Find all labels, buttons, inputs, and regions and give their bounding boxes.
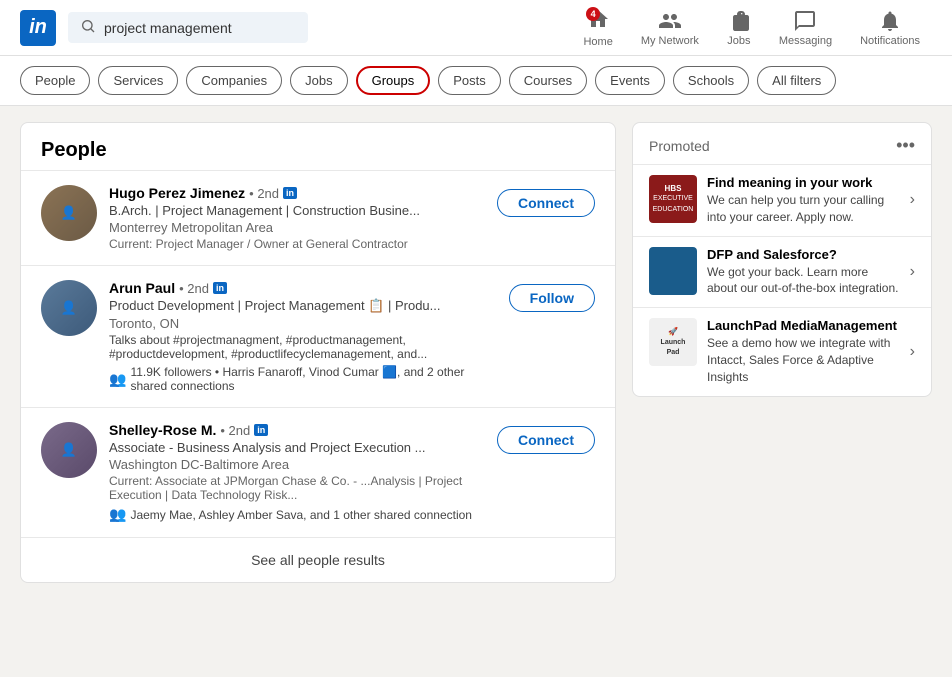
person-connections: 👥 11.9K followers • Harris Fanaroff, Vin… <box>109 365 497 393</box>
filter-posts[interactable]: Posts <box>438 66 501 95</box>
nav-jobs[interactable]: Jobs <box>715 5 763 51</box>
filter-people[interactable]: People <box>20 66 90 95</box>
nav-home[interactable]: 4 Home <box>571 3 624 52</box>
people-card: People 👤 Hugo Perez Jimenez • 2nd in B.A… <box>20 122 616 583</box>
filter-jobs[interactable]: Jobs <box>290 66 347 95</box>
filter-events[interactable]: Events <box>595 66 665 95</box>
person-name: Arun Paul • 2nd in <box>109 280 497 296</box>
linkedin-logo[interactable]: in <box>20 10 56 46</box>
person-location: Washington DC-Baltimore Area <box>109 457 485 472</box>
connections-icon: 👥 <box>109 506 126 523</box>
person-title: B.Arch. | Project Management | Construct… <box>109 203 469 218</box>
nav-jobs-label: Jobs <box>727 35 750 47</box>
chevron-right-icon: › <box>910 263 915 281</box>
filter-companies[interactable]: Companies <box>186 66 282 95</box>
follow-button-arun[interactable]: Follow <box>509 284 595 312</box>
filter-bar: People Services Companies Jobs Groups Po… <box>0 56 952 106</box>
nav-messaging[interactable]: Messaging <box>767 5 844 51</box>
header: in 4 Home My Network <box>0 0 952 56</box>
li-badge: in <box>283 187 297 199</box>
person-connections: 👥 Jaemy Mae, Ashley Amber Sava, and 1 ot… <box>109 506 485 523</box>
person-degree: • 2nd <box>249 186 279 201</box>
ad-desc: We got your back. Learn more about our o… <box>707 264 900 298</box>
people-header: People <box>21 123 615 170</box>
ad-title: Find meaning in your work <box>707 175 900 190</box>
ad-logo-hbs: HBSEXECUTIVEEDUCATION <box>649 175 697 223</box>
ad-title: DFP and Salesforce? <box>707 247 900 262</box>
nav-network[interactable]: My Network <box>629 5 711 51</box>
connections-icon: 👥 <box>109 371 126 388</box>
filter-schools[interactable]: Schools <box>673 66 749 95</box>
person-current: Current: Project Manager / Owner at Gene… <box>109 237 485 251</box>
person-current: Current: Associate at JPMorgan Chase & C… <box>109 474 485 502</box>
person-tags: Talks about #projectmanagment, #productm… <box>109 333 497 361</box>
person-info: Shelley-Rose M. • 2nd in Associate - Bus… <box>109 422 485 523</box>
person-info: Arun Paul • 2nd in Product Development |… <box>109 280 497 393</box>
connect-button-shelley[interactable]: Connect <box>497 426 595 454</box>
person-name: Hugo Perez Jimenez • 2nd in <box>109 185 485 201</box>
ad-item-launchpad[interactable]: 🚀LaunchPad LaunchPad MediaManagement See… <box>633 307 931 395</box>
person-name: Shelley-Rose M. • 2nd in <box>109 422 485 438</box>
promoted-header: Promoted ••• <box>633 123 931 164</box>
nav-bar: 4 Home My Network Jobs Messaging <box>571 3 932 52</box>
main-content: People 👤 Hugo Perez Jimenez • 2nd in B.A… <box>0 106 952 599</box>
ad-content: LaunchPad MediaManagement See a demo how… <box>707 318 900 385</box>
search-input[interactable] <box>104 20 284 36</box>
chevron-right-icon: › <box>910 343 915 361</box>
see-all-people[interactable]: See all people results <box>21 537 615 582</box>
person-item: 👤 Hugo Perez Jimenez • 2nd in B.Arch. | … <box>21 170 615 265</box>
filter-all[interactable]: All filters <box>757 66 836 95</box>
promoted-more-icon[interactable]: ••• <box>896 135 915 156</box>
nav-notifications-label: Notifications <box>860 35 920 47</box>
person-location: Monterrey Metropolitan Area <box>109 220 485 235</box>
ad-title: LaunchPad MediaManagement <box>707 318 900 333</box>
promoted-card: Promoted ••• HBSEXECUTIVEEDUCATION Find … <box>632 122 932 397</box>
ad-desc: See a demo how we integrate with Intacct… <box>707 335 900 385</box>
nav-notifications[interactable]: Notifications <box>848 5 932 51</box>
promoted-title: Promoted <box>649 138 710 154</box>
search-bar[interactable] <box>68 12 308 43</box>
ad-item-dfp[interactable]: DFP and Salesforce? We got your back. Le… <box>633 236 931 308</box>
person-item: 👤 Shelley-Rose M. • 2nd in Associate - B… <box>21 407 615 537</box>
left-panel: People 👤 Hugo Perez Jimenez • 2nd in B.A… <box>20 122 616 583</box>
ad-logo-dfp <box>649 247 697 295</box>
person-info: Hugo Perez Jimenez • 2nd in B.Arch. | Pr… <box>109 185 485 251</box>
connect-button-hugo[interactable]: Connect <box>497 189 595 217</box>
filter-groups[interactable]: Groups <box>356 66 431 95</box>
filter-services[interactable]: Services <box>98 66 178 95</box>
search-icon <box>80 18 96 37</box>
ad-content: DFP and Salesforce? We got your back. Le… <box>707 247 900 298</box>
right-panel: Promoted ••• HBSEXECUTIVEEDUCATION Find … <box>632 122 932 583</box>
nav-messaging-label: Messaging <box>779 35 832 47</box>
nav-home-label: Home <box>583 36 612 48</box>
person-item: 👤 Arun Paul • 2nd in Product Development… <box>21 265 615 407</box>
nav-network-label: My Network <box>641 35 699 47</box>
avatar: 👤 <box>41 422 97 478</box>
avatar: 👤 <box>41 280 97 336</box>
person-degree: • 2nd <box>179 281 209 296</box>
ad-desc: We can help you turn your calling into y… <box>707 192 900 226</box>
ad-content: Find meaning in your work We can help yo… <box>707 175 900 226</box>
ad-item-hbs[interactable]: HBSEXECUTIVEEDUCATION Find meaning in yo… <box>633 164 931 236</box>
person-location: Toronto, ON <box>109 316 497 331</box>
chevron-right-icon: › <box>910 191 915 209</box>
person-title: Product Development | Project Management… <box>109 298 469 314</box>
ad-logo-launchpad: 🚀LaunchPad <box>649 318 697 366</box>
person-degree: • 2nd <box>220 423 250 438</box>
filter-courses[interactable]: Courses <box>509 66 587 95</box>
person-title: Associate - Business Analysis and Projec… <box>109 440 469 455</box>
avatar: 👤 <box>41 185 97 241</box>
li-badge: in <box>213 282 227 294</box>
li-badge: in <box>254 424 268 436</box>
